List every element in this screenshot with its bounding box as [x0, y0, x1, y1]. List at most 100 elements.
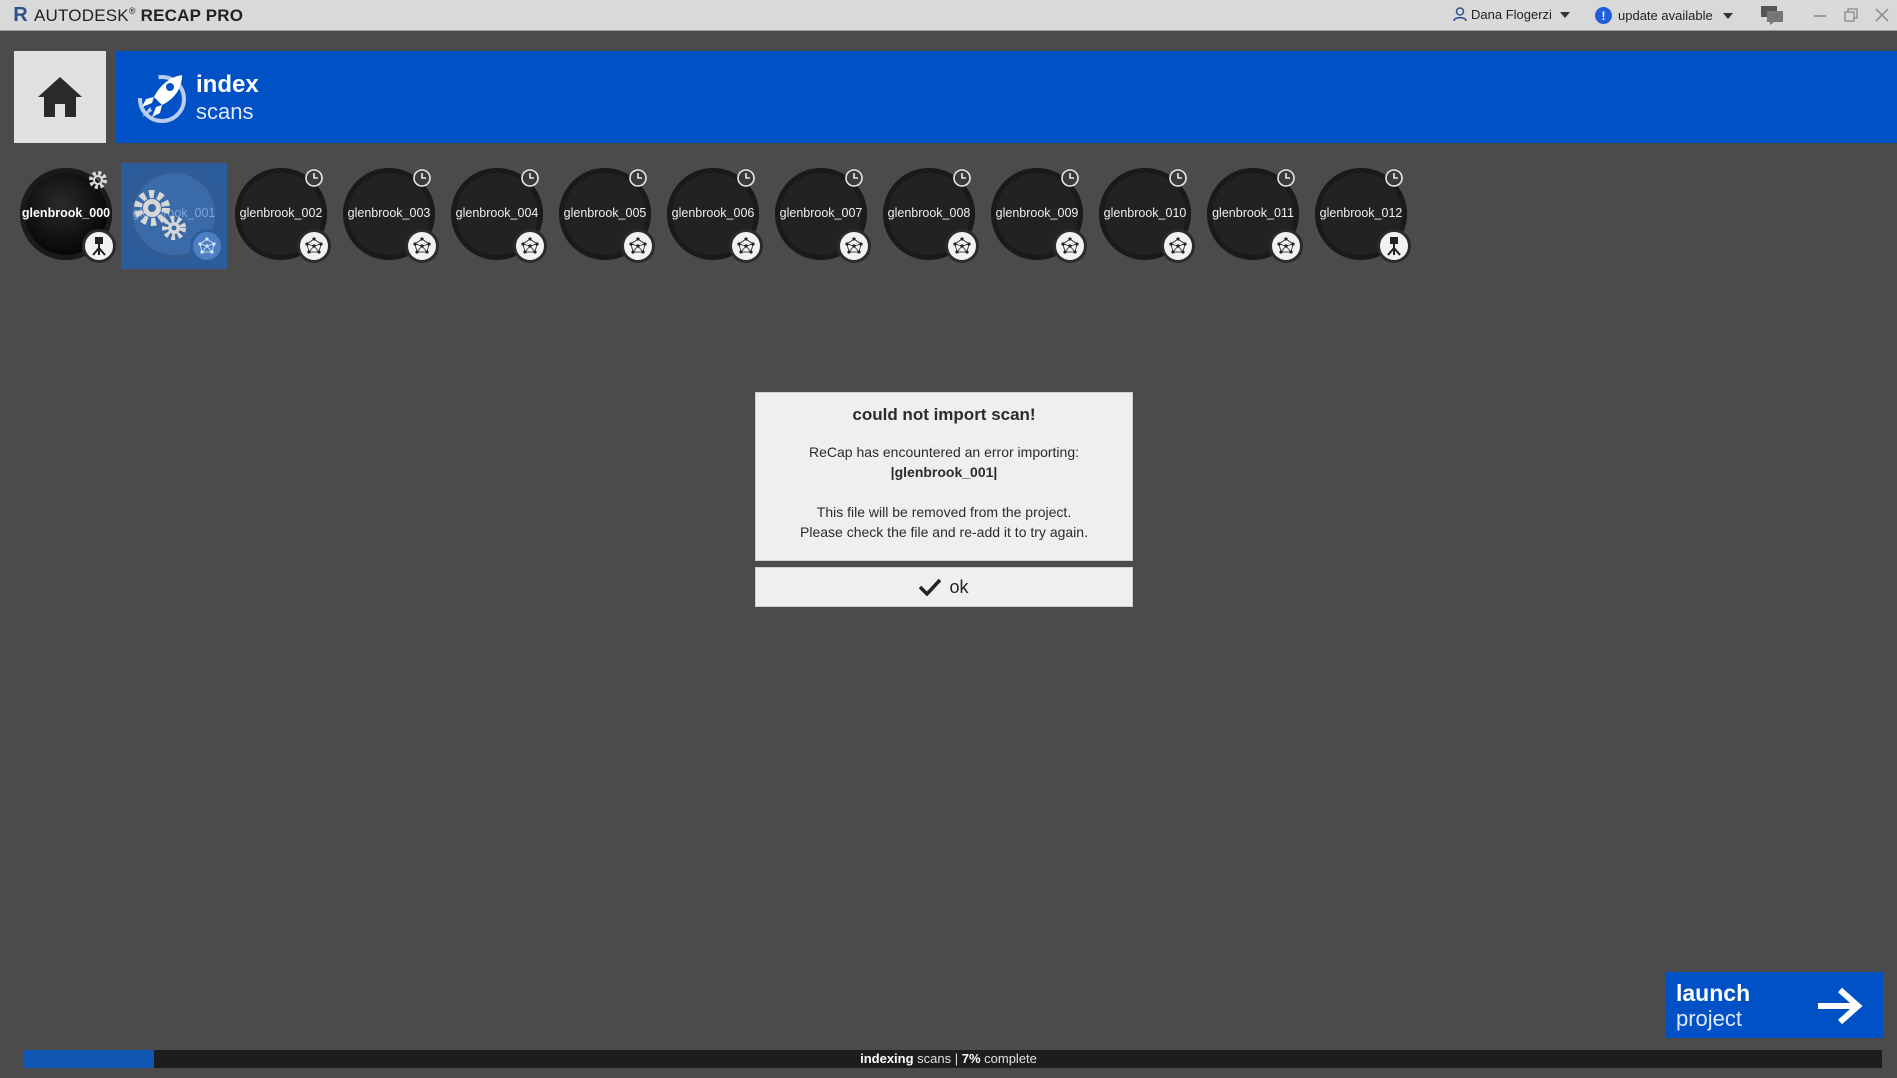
- update-menu[interactable]: ! update available: [1595, 7, 1733, 24]
- scan-label: glenbrook_000: [21, 206, 111, 220]
- chevron-down-icon: [1559, 11, 1570, 18]
- arrow-right-icon: [1818, 987, 1863, 1025]
- clock-icon: [737, 169, 755, 187]
- chat-icon: [1761, 6, 1783, 25]
- scan-type-badge: [1377, 229, 1411, 263]
- clock-icon: [1169, 169, 1187, 187]
- scan-type-badge: [729, 229, 763, 263]
- scan-item[interactable]: glenbrook_006: [665, 168, 763, 264]
- gears-icon: [134, 190, 186, 240]
- clock-icon: [1277, 169, 1295, 187]
- minimize-icon: [1814, 15, 1826, 17]
- launch-project-button[interactable]: launch project: [1666, 972, 1883, 1038]
- update-label: update available: [1618, 8, 1713, 23]
- restore-button[interactable]: [1839, 4, 1863, 26]
- point-cloud-icon: [305, 237, 323, 254]
- home-button[interactable]: [14, 51, 106, 143]
- scan-item[interactable]: glenbrook_008: [881, 168, 979, 264]
- point-cloud-icon: [1169, 237, 1187, 254]
- clock-icon: [1061, 169, 1079, 187]
- scan-label: glenbrook_009: [995, 206, 1079, 220]
- product-label: RECAP PRO: [140, 6, 244, 25]
- dialog-message: ReCap has encountered an error importing…: [808, 444, 1080, 460]
- scan-item[interactable]: glenbrook_005: [557, 168, 655, 264]
- scan-type-badge: [190, 229, 224, 263]
- scan-type-badge: [621, 229, 655, 263]
- scan-type-badge: [1053, 229, 1087, 263]
- point-cloud-icon: [521, 237, 539, 254]
- scan-item[interactable]: glenbrook_003: [341, 168, 439, 264]
- scan-item[interactable]: glenbrook_001: [126, 168, 224, 264]
- progress-percent: 7%: [961, 1051, 981, 1066]
- brand-label: AUTODESK: [34, 6, 129, 25]
- user-menu[interactable]: Dana Flogerzi: [1453, 7, 1570, 22]
- scan-type-badge: [837, 229, 871, 263]
- scan-item[interactable]: glenbrook_009: [989, 168, 1087, 264]
- ok-label: ok: [949, 576, 969, 597]
- scan-label: glenbrook_010: [1103, 206, 1187, 220]
- scan-item[interactable]: glenbrook_004: [449, 168, 547, 264]
- point-cloud-icon: [413, 237, 431, 254]
- chat-button[interactable]: [1760, 4, 1784, 26]
- tripod-scanner-icon: [92, 237, 106, 256]
- scan-item[interactable]: glenbrook_010: [1097, 168, 1195, 264]
- launch-label: launch: [1676, 980, 1751, 1006]
- progress-suffix: complete: [980, 1051, 1037, 1066]
- clock-icon: [413, 169, 431, 187]
- close-icon: [1875, 8, 1889, 22]
- point-cloud-icon: [1061, 237, 1079, 254]
- scan-type-badge: [405, 229, 439, 263]
- point-cloud-icon: [1277, 237, 1295, 254]
- gear-icon: [89, 171, 107, 189]
- scan-type-badge: [1161, 229, 1195, 263]
- scan-label: glenbrook_002: [239, 206, 323, 220]
- scan-type-badge: [297, 229, 331, 263]
- progress-text-middle: scans |: [913, 1051, 962, 1066]
- scan-label: glenbrook_004: [455, 206, 539, 220]
- scan-label: glenbrook_007: [779, 206, 863, 220]
- minimize-button[interactable]: [1808, 4, 1832, 26]
- user-icon: [1453, 7, 1467, 22]
- scan-label: glenbrook_005: [563, 206, 647, 220]
- title-bar: R AUTODESK® RECAP PRO Dana Flogerzi ! up…: [0, 0, 1897, 31]
- checkmark-icon: [919, 578, 942, 596]
- page-title: index: [196, 71, 259, 98]
- home-icon: [38, 77, 82, 117]
- progress-status: indexing: [860, 1051, 914, 1066]
- scan-item[interactable]: glenbrook_000: [18, 168, 116, 264]
- recap-logo-icon: R: [13, 3, 28, 26]
- scan-item[interactable]: glenbrook_007: [773, 168, 871, 264]
- scan-label: glenbrook_003: [347, 206, 431, 220]
- clock-icon: [521, 169, 539, 187]
- progress-label: indexing scans | 7% complete: [0, 1051, 1897, 1066]
- scan-item[interactable]: glenbrook_011: [1205, 168, 1303, 264]
- point-cloud-icon: [737, 237, 755, 254]
- restore-icon: [1844, 8, 1858, 22]
- error-dialog: could not import scan! ReCap has encount…: [755, 392, 1133, 561]
- header-banner: index scans: [116, 51, 1897, 143]
- close-button[interactable]: [1870, 4, 1894, 26]
- point-cloud-icon: [629, 237, 647, 254]
- launch-sublabel: project: [1676, 1006, 1743, 1031]
- dialog-message-retry: Please check the file and re-add it to t…: [800, 524, 1088, 540]
- scan-item[interactable]: glenbrook_002: [233, 168, 331, 264]
- point-cloud-icon: [198, 237, 216, 254]
- scan-label: glenbrook_011: [1212, 206, 1294, 220]
- tripod-scanner-icon: [1387, 237, 1401, 256]
- clock-icon: [305, 169, 323, 187]
- page-subtitle: scans: [196, 99, 254, 124]
- scan-type-badge: [1269, 229, 1303, 263]
- scan-item[interactable]: glenbrook_012: [1313, 168, 1411, 264]
- scan-label: glenbrook_008: [887, 206, 971, 220]
- scan-label: glenbrook_006: [671, 206, 755, 220]
- ok-button[interactable]: ok: [755, 567, 1133, 607]
- user-name: Dana Flogerzi: [1471, 7, 1552, 22]
- chevron-down-icon: [1722, 12, 1733, 19]
- scan-type-badge: [945, 229, 979, 263]
- clock-icon: [845, 169, 863, 187]
- scan-label: glenbrook_012: [1319, 206, 1403, 220]
- scan-type-badge: [513, 229, 547, 263]
- clock-icon: [629, 169, 647, 187]
- point-cloud-icon: [953, 237, 971, 254]
- point-cloud-icon: [845, 237, 863, 254]
